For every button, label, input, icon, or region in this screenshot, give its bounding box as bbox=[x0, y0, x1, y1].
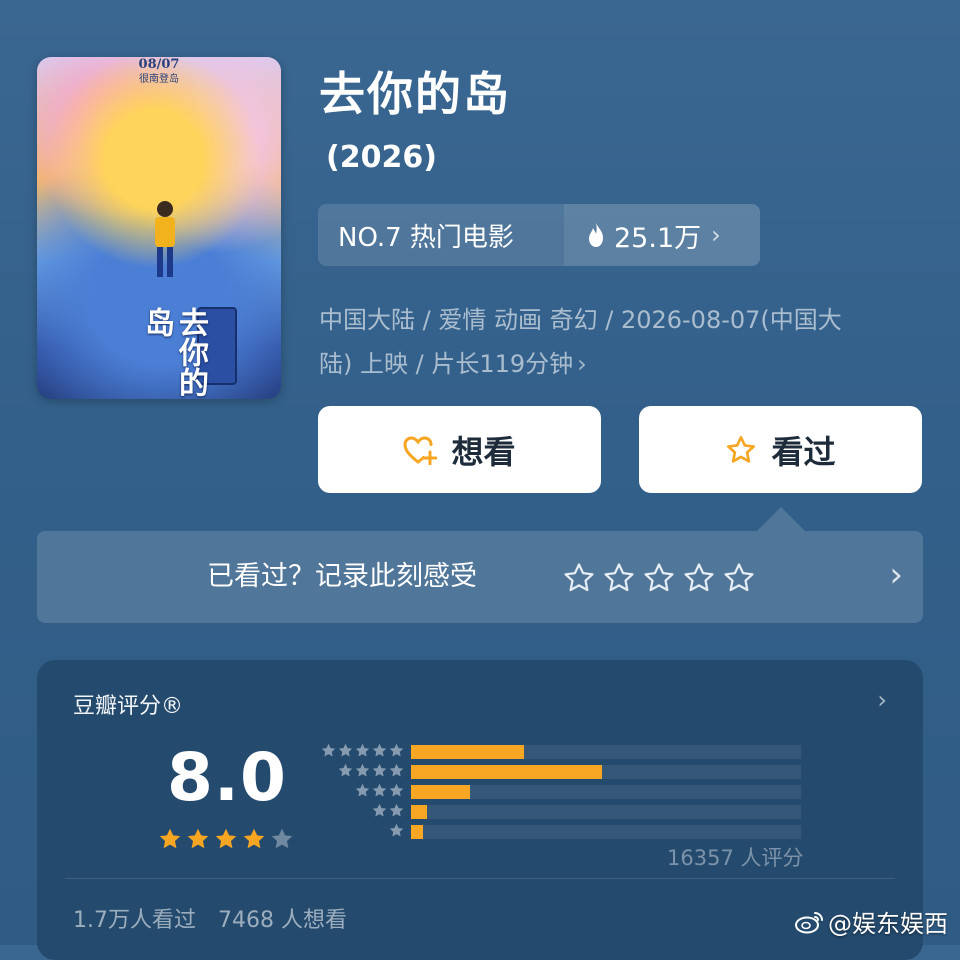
wanted-count: 7468 人想看 bbox=[218, 908, 347, 933]
rating-label: 豆瓣评分® bbox=[73, 694, 184, 719]
poster-subtitle: 很南登岛 bbox=[139, 74, 179, 85]
chevron-right-icon: › bbox=[577, 350, 587, 378]
distribution-bar bbox=[411, 745, 524, 759]
record-feeling-prompt: 已看过？记录此刻感受 bbox=[207, 561, 477, 592]
want-to-watch-button[interactable]: 想看 bbox=[318, 406, 601, 493]
distribution-track bbox=[411, 805, 801, 819]
distribution-bar bbox=[411, 805, 427, 819]
chevron-right-icon[interactable]: › bbox=[877, 686, 887, 714]
star-outline-icon[interactable] bbox=[642, 561, 676, 595]
watched-button[interactable]: 看过 bbox=[639, 406, 922, 493]
star-empty-icon bbox=[271, 828, 293, 849]
star-outline-icon bbox=[727, 435, 756, 463]
distribution-stars bbox=[313, 762, 405, 779]
rating-stars bbox=[157, 826, 295, 852]
movie-year: (2026) bbox=[326, 140, 437, 175]
distribution-row-1-star bbox=[313, 820, 801, 840]
star-icon bbox=[355, 763, 370, 777]
heat-value: 25.1万 bbox=[614, 222, 702, 254]
weibo-watermark: @娱东娱西 bbox=[794, 904, 948, 939]
distribution-stars bbox=[313, 822, 405, 839]
star-filled-icon bbox=[159, 828, 181, 849]
distribution-row-3-star bbox=[313, 780, 801, 800]
distribution-stars bbox=[313, 782, 405, 799]
callout-pointer bbox=[757, 507, 805, 531]
rating-count: 16357 人评分 bbox=[667, 846, 804, 870]
star-icon bbox=[389, 763, 404, 777]
star-icon bbox=[338, 763, 353, 777]
star-icon bbox=[372, 743, 387, 757]
movie-poster[interactable]: 08/07 很南登岛 去你的岛 bbox=[37, 57, 281, 399]
star-icon bbox=[389, 823, 404, 837]
distribution-row-2-star bbox=[313, 800, 801, 820]
star-icon bbox=[389, 783, 404, 797]
heat-indicator[interactable]: 25.1万 › bbox=[564, 204, 760, 266]
chevron-right-icon: › bbox=[711, 221, 721, 249]
star-outline-icon[interactable] bbox=[682, 561, 716, 595]
distribution-stars bbox=[313, 742, 405, 759]
star-icon bbox=[372, 783, 387, 797]
watermark-text: @娱东娱西 bbox=[828, 910, 948, 938]
distribution-row-5-star bbox=[313, 740, 801, 760]
star-icon bbox=[321, 743, 336, 757]
star-icon bbox=[338, 743, 353, 757]
record-feeling-row[interactable]: 已看过？记录此刻感受 › bbox=[37, 531, 923, 623]
rank-label[interactable]: NO.7 热门电影 bbox=[318, 204, 564, 266]
distribution-bar bbox=[411, 825, 423, 839]
movie-meta[interactable]: 中国大陆 / 爱情 动画 奇幻 / 2026-08-07(中国大 陆) 上映 /… bbox=[319, 298, 919, 386]
chevron-right-icon: › bbox=[889, 555, 903, 595]
meta-line-1: 中国大陆 / 爱情 动画 奇幻 / 2026-08-07(中国大 bbox=[319, 306, 842, 334]
star-icon bbox=[355, 783, 370, 797]
weibo-icon bbox=[795, 911, 823, 933]
want-button-label: 想看 bbox=[451, 432, 516, 471]
divider bbox=[65, 878, 895, 879]
star-filled-icon bbox=[215, 828, 237, 849]
rank-bar[interactable]: NO.7 热门电影 25.1万 › bbox=[318, 204, 760, 266]
star-icon bbox=[355, 743, 370, 757]
watched-count: 1.7万人看过 bbox=[73, 908, 196, 933]
distribution-stars bbox=[313, 802, 405, 819]
meta-line-2: 陆) 上映 / 片长119分钟 bbox=[319, 350, 574, 378]
watched-button-label: 看过 bbox=[771, 432, 836, 471]
star-filled-icon bbox=[243, 828, 265, 849]
douban-rating-card[interactable]: 豆瓣评分® › 8.0 16357 人评分 1.7万人看过 7468 人想看 bbox=[37, 660, 923, 960]
star-icon bbox=[372, 763, 387, 777]
audience-stats: 1.7万人看过 7468 人想看 bbox=[73, 902, 347, 934]
star-outline-icon[interactable] bbox=[562, 561, 596, 595]
movie-title: 去你的岛 bbox=[319, 67, 511, 121]
star-icon bbox=[389, 803, 404, 817]
poster-girl-figure bbox=[155, 201, 175, 277]
rating-score: 8.0 bbox=[167, 739, 287, 816]
star-outline-icon[interactable] bbox=[602, 561, 636, 595]
poster-title: 去你的岛 bbox=[139, 307, 208, 397]
flame-icon bbox=[589, 223, 603, 247]
distribution-bar bbox=[411, 785, 470, 799]
star-filled-icon bbox=[187, 828, 209, 849]
distribution-bar bbox=[411, 765, 602, 779]
rating-input-stars[interactable] bbox=[562, 561, 756, 595]
star-icon bbox=[389, 743, 404, 757]
distribution-row-4-star bbox=[313, 760, 801, 780]
heart-plus-icon bbox=[403, 435, 438, 465]
star-icon bbox=[372, 803, 387, 817]
distribution-track bbox=[411, 825, 801, 839]
star-outline-icon[interactable] bbox=[722, 561, 756, 595]
